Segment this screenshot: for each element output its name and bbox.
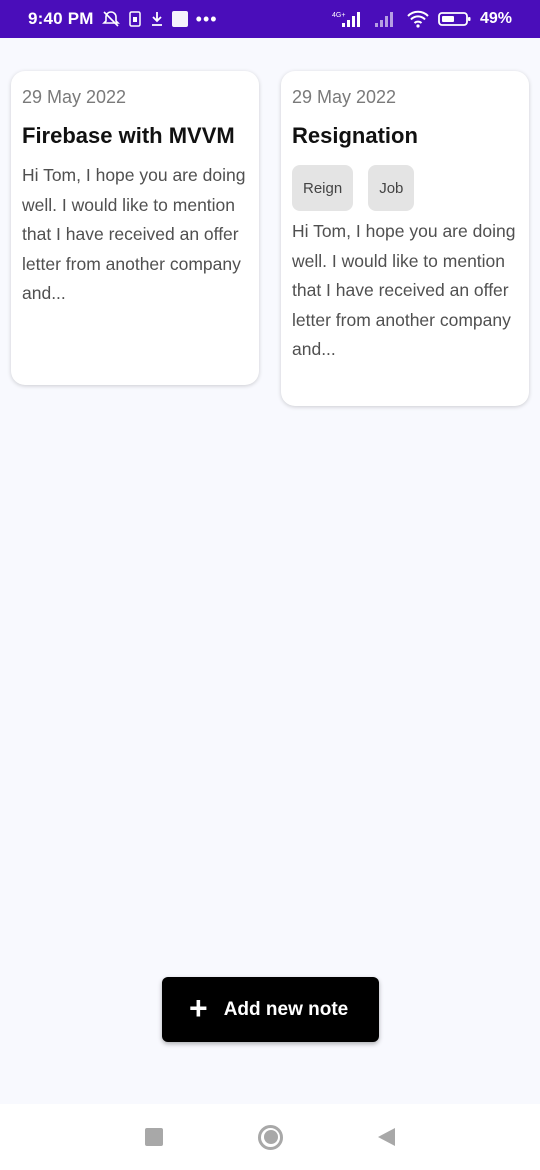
- note-tags: Reign Job: [292, 165, 518, 211]
- plus-icon: +: [189, 990, 208, 1026]
- battery-icon: [438, 11, 472, 27]
- svg-text:4G+: 4G+: [332, 12, 345, 19]
- tag-chip[interactable]: Reign: [292, 165, 354, 211]
- back-button[interactable]: [378, 1128, 395, 1146]
- note-card[interactable]: 29 May 2022 Firebase with MVVM Hi Tom, I…: [11, 71, 259, 385]
- home-icon: [263, 1130, 278, 1144]
- app-icon: [171, 11, 188, 27]
- wifi-icon: [406, 10, 430, 28]
- status-left: 9:40 PM •••: [28, 9, 218, 30]
- signal-icon: [374, 10, 398, 28]
- battery-percent: 49%: [479, 10, 512, 27]
- note-body: Hi Tom, I hope you are doing well. I wou…: [22, 165, 246, 303]
- note-card[interactable]: 29 May 2022 Resignation Reign Job Hi Tom…: [281, 71, 529, 406]
- note-body: Hi Tom, I hope you are doing well. I wou…: [292, 221, 516, 359]
- status-right: 4G+ 49%: [332, 10, 512, 28]
- add-note-label: Add new note: [223, 998, 349, 1020]
- note-title: Firebase with MVVM: [22, 123, 235, 148]
- note-date: 29 May 2022: [22, 87, 127, 107]
- system-nav-bar: [0, 1104, 540, 1170]
- status-time: 9:40 PM: [28, 9, 94, 28]
- recents-button[interactable]: [145, 1128, 163, 1146]
- status-bar: 9:40 PM ••• 4G+ 49%: [0, 0, 540, 38]
- sim-icon: [128, 11, 142, 27]
- note-date: 29 May 2022: [292, 87, 397, 107]
- home-button[interactable]: [258, 1124, 283, 1150]
- tag-chip[interactable]: Job: [368, 165, 415, 211]
- notes-grid: 29 May 2022 Firebase with MVVM Hi Tom, I…: [0, 38, 540, 1104]
- more-icon: •••: [195, 8, 218, 29]
- note-title: Resignation: [292, 123, 418, 148]
- add-note-button[interactable]: + Add new note: [162, 977, 379, 1042]
- download-icon: [150, 11, 164, 27]
- bell-off-icon: [101, 10, 120, 28]
- signal-4g-icon: 4G+: [332, 10, 366, 28]
